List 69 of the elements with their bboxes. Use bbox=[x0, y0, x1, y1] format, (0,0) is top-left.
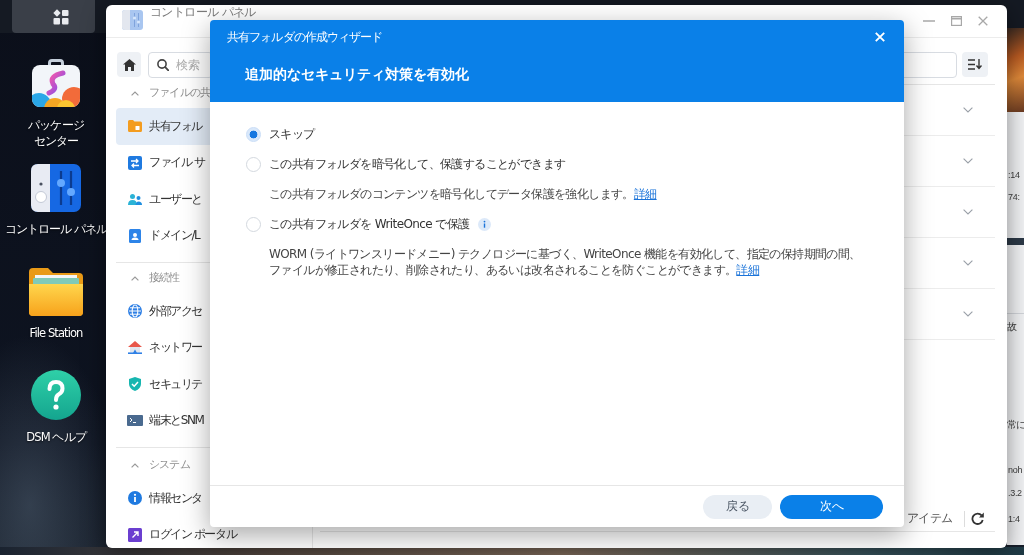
search-icon bbox=[157, 59, 169, 71]
widget-text: noh bbox=[1007, 464, 1023, 476]
back-button[interactable]: 戻る bbox=[703, 494, 772, 519]
widget-text: :14 bbox=[1007, 169, 1020, 181]
section-header[interactable]: システム bbox=[116, 450, 210, 480]
chevron-down-icon[interactable] bbox=[963, 311, 973, 317]
details-link[interactable]: 詳細 bbox=[633, 187, 657, 201]
question-mark-icon bbox=[31, 370, 81, 420]
house-icon bbox=[128, 341, 142, 355]
option-label[interactable]: スキップ bbox=[269, 127, 315, 141]
desktop-shortcut[interactable]: File Station bbox=[29, 266, 83, 341]
maximize-icon[interactable] bbox=[951, 16, 962, 26]
main-menu-button[interactable] bbox=[12, 0, 95, 33]
widget-text: 故 bbox=[1007, 321, 1016, 333]
folder-icon bbox=[29, 268, 83, 316]
section-header[interactable]: ファイルの共 bbox=[116, 78, 210, 108]
widget-text: 1:4 bbox=[1007, 513, 1020, 525]
terminal-icon bbox=[127, 415, 143, 427]
option-label[interactable]: この共有フォルダを暗号化して、保護することができます bbox=[269, 157, 566, 171]
widget-text: 74: bbox=[1007, 191, 1020, 203]
users-icon bbox=[128, 193, 142, 205]
grid-icon bbox=[53, 8, 69, 25]
sliders-icon bbox=[122, 10, 143, 30]
option-description: WORM (ライトワンスリードメニー) テクノロジーに基づく、WriteOnce 機能を有効化して、指定の保持期間の間、 ファイルが修正されたり、削除されたり、あるいは改名されることを防ぐことができます。詳細 bbox=[269, 246, 861, 279]
chevron-down-icon[interactable] bbox=[963, 260, 973, 266]
folder-icon bbox=[128, 120, 142, 133]
home-button[interactable] bbox=[117, 52, 141, 77]
desktop-shortcut[interactable]: パッケージ センター bbox=[28, 58, 84, 149]
globe-icon bbox=[128, 304, 142, 319]
sidebar-item[interactable]: 情報センタ bbox=[116, 480, 210, 517]
sidebar-item[interactable]: ログイン ポータル bbox=[116, 516, 237, 548]
sidebar-item[interactable]: ドメイン/L bbox=[116, 217, 210, 254]
sidebar-item[interactable]: 共有フォル bbox=[116, 108, 210, 145]
widget-text: .3.2 bbox=[1007, 487, 1022, 499]
shopping-bag-icon bbox=[31, 58, 81, 108]
chevron-down-icon[interactable] bbox=[963, 107, 973, 113]
window-title: コントロール パネル bbox=[150, 6, 256, 19]
radio-button[interactable] bbox=[246, 156, 261, 172]
item-count: アイテム bbox=[906, 511, 953, 526]
sliders-icon bbox=[31, 164, 81, 212]
sidebar-item[interactable]: 外部アクセ bbox=[116, 293, 210, 330]
home-icon bbox=[122, 58, 136, 71]
dialog-title: 共有フォルダの作成ウィザード bbox=[227, 30, 383, 44]
sort-icon bbox=[968, 59, 982, 70]
section-header[interactable]: 接続性 bbox=[116, 263, 210, 293]
option-description: この共有フォルダのコンテンツを暗号化してデータ保護を強化します。詳細 bbox=[269, 186, 657, 203]
sidebar-item[interactable]: ネットワー bbox=[116, 329, 210, 366]
radio-button[interactable] bbox=[246, 126, 261, 142]
details-link[interactable]: 詳細 bbox=[736, 263, 760, 277]
file-arrows-icon bbox=[128, 155, 142, 170]
chevron-down-icon[interactable] bbox=[963, 158, 973, 164]
sidebar-item[interactable]: 端末とSNM bbox=[116, 402, 210, 439]
shield-check-icon bbox=[129, 377, 141, 392]
radio-button[interactable] bbox=[246, 216, 261, 232]
sort-button[interactable] bbox=[962, 52, 988, 77]
person-card-icon bbox=[129, 228, 141, 243]
info-icon bbox=[128, 491, 142, 506]
desktop-shortcut[interactable]: DSM ヘルプ bbox=[26, 370, 86, 445]
search-field[interactable]: 検索 bbox=[148, 52, 213, 78]
sidebar-item[interactable]: セキュリテ bbox=[116, 366, 210, 403]
widget-text: 常に bbox=[1007, 419, 1024, 431]
chevron-down-icon[interactable] bbox=[963, 209, 973, 215]
refresh-icon[interactable] bbox=[971, 512, 984, 525]
dialog-heading: 追加的なセキュリティ対策を有効化 bbox=[244, 66, 469, 83]
next-button[interactable]: 次へ bbox=[780, 494, 883, 519]
option-label[interactable]: この共有フォルダを WriteOnce で保護 bbox=[269, 217, 470, 231]
sidebar-item[interactable]: ユーザーと bbox=[116, 181, 210, 218]
close-icon[interactable] bbox=[978, 16, 988, 26]
sidebar-item[interactable]: ファイル サ bbox=[116, 144, 210, 181]
